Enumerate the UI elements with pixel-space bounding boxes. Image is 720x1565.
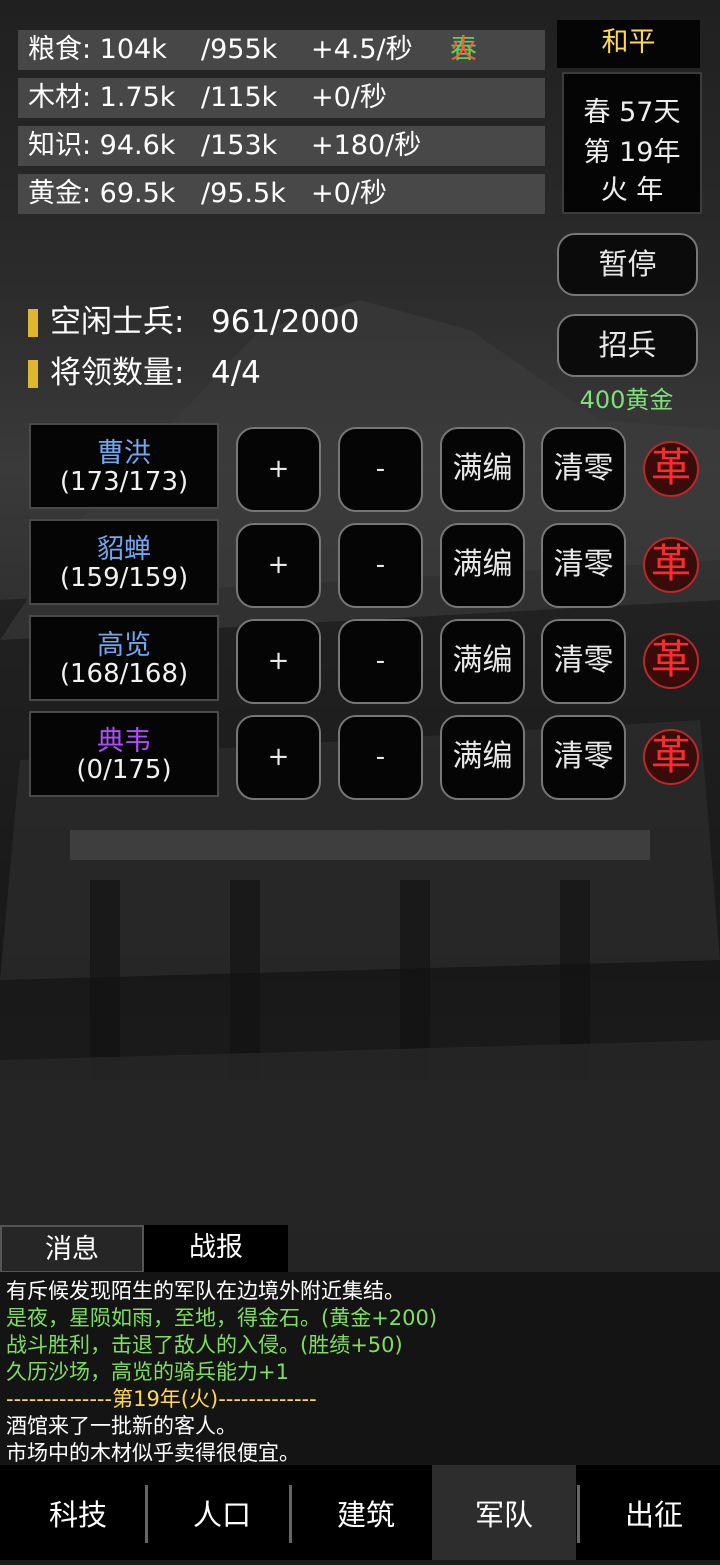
recruit-cost: 400黄金 <box>579 386 674 414</box>
dismiss-general-button[interactable]: 革 <box>643 441 699 497</box>
general-troops: (168/168) <box>59 659 189 689</box>
remove-troops-button[interactable]: - <box>338 715 423 800</box>
peace-status-badge: 和平 <box>557 20 700 68</box>
resource-rate: +0/秒 <box>311 82 387 113</box>
resource-rate: +0/秒 <box>311 178 387 209</box>
fill-troops-button[interactable]: 满编 <box>440 427 525 512</box>
nav-divider <box>577 1485 580 1543</box>
log-line: 战斗胜利，击退了敌人的入侵。(胜绩+50) <box>6 1333 403 1357</box>
message-log[interactable]: 有斥候发现陌生的军队在边境外附近集结。 是夜，星陨如雨，至地，得金石。(黄金+2… <box>0 1272 720 1465</box>
nav-tech[interactable]: 科技 <box>6 1465 150 1560</box>
nav-buildings[interactable]: 建筑 <box>294 1465 438 1560</box>
nav-army[interactable]: 军队 <box>432 1465 576 1560</box>
fill-troops-button[interactable]: 满编 <box>440 715 525 800</box>
resource-row-gold: 黄金: 69.5k /95.5k +0/秒 <box>18 174 545 214</box>
log-line: 酒馆来了一批新的客人。 <box>6 1414 237 1438</box>
nav-expedition[interactable]: 出征 <box>582 1465 720 1560</box>
resource-name: 知识: 94.6k <box>28 130 176 161</box>
log-line: --------------第19年(火)------------- <box>6 1387 317 1411</box>
log-line: 是夜，星陨如雨，至地，得金石。(黄金+200) <box>6 1306 438 1330</box>
add-troops-button[interactable]: + <box>236 715 321 800</box>
dismiss-general-button[interactable]: 革 <box>643 729 699 785</box>
resource-max: /115k <box>201 82 278 113</box>
fill-troops-button[interactable]: 满编 <box>440 619 525 704</box>
generals-count-label: 将领数量: <box>50 355 185 391</box>
resource-rate: +180/秒 <box>311 130 422 161</box>
clear-troops-button[interactable]: 清零 <box>541 523 626 608</box>
resource-name: 木材: 1.75k <box>28 82 176 113</box>
log-line: 市场中的木材似乎卖得很便宜。 <box>6 1441 300 1465</box>
idle-soldiers-label: 空闲士兵: <box>50 304 185 340</box>
resource-max: /153k <box>201 130 278 161</box>
general-info[interactable]: 貂蝉 (159/159) <box>29 519 219 605</box>
resource-row-knowledge: 知识: 94.6k /153k +180/秒 <box>18 126 545 166</box>
date-element-year: 火 年 <box>600 175 664 206</box>
clear-troops-button[interactable]: 清零 <box>541 619 626 704</box>
remove-troops-button[interactable]: - <box>338 619 423 704</box>
general-name: 曹洪 <box>97 438 151 469</box>
add-troops-button[interactable]: + <box>236 619 321 704</box>
remove-troops-button[interactable]: - <box>338 523 423 608</box>
generals-count-value: 4/4 <box>211 355 261 391</box>
stat-marker <box>28 360 38 388</box>
bottom-nav: 科技 人口 建筑 军队 出征 <box>0 1465 720 1560</box>
general-info[interactable]: 典韦 (0/175) <box>29 711 219 797</box>
nav-divider <box>145 1485 148 1543</box>
general-name: 高览 <box>97 630 151 661</box>
general-troops: (159/159) <box>59 563 189 593</box>
dismiss-general-button[interactable]: 革 <box>643 537 699 593</box>
resource-row-food: 粮食: 104k /955k +4.5/秒 春火 <box>18 30 545 70</box>
log-line: 久历沙场，高览的骑兵能力+1 <box>6 1360 289 1384</box>
date-display: 春 57天 第 19年 火 年 <box>562 72 702 214</box>
season-fire: 火 <box>450 34 477 65</box>
pause-button[interactable]: 暂停 <box>557 233 698 296</box>
nav-population[interactable]: 人口 <box>150 1465 294 1560</box>
recruit-button[interactable]: 招兵 <box>557 314 698 377</box>
general-troops: (173/173) <box>59 467 189 497</box>
clear-troops-button[interactable]: 清零 <box>541 427 626 512</box>
date-year: 第 19年 <box>583 137 681 168</box>
dismiss-general-button[interactable]: 革 <box>643 633 699 689</box>
general-name: 典韦 <box>97 726 151 757</box>
resource-max: /955k <box>201 34 278 65</box>
general-info[interactable]: 曹洪 (173/173) <box>29 423 219 509</box>
clear-troops-button[interactable]: 清零 <box>541 715 626 800</box>
add-troops-button[interactable]: + <box>236 523 321 608</box>
tab-battle-report[interactable]: 战报 <box>144 1225 288 1273</box>
date-day: 春 57天 <box>583 97 681 128</box>
tab-messages[interactable]: 消息 <box>0 1225 144 1273</box>
resource-max: /95.5k <box>201 178 286 209</box>
general-troops: (0/175) <box>76 755 172 785</box>
stat-marker <box>28 309 38 337</box>
log-line: 有斥候发现陌生的军队在边境外附近集结。 <box>6 1279 405 1303</box>
nav-divider <box>289 1485 292 1543</box>
general-name: 貂蝉 <box>97 534 151 565</box>
resource-rate: +4.5/秒 <box>311 34 413 65</box>
general-info[interactable]: 高览 (168/168) <box>29 615 219 701</box>
fill-troops-button[interactable]: 满编 <box>440 523 525 608</box>
resource-name: 粮食: 104k <box>28 34 167 65</box>
resource-row-wood: 木材: 1.75k /115k +0/秒 <box>18 78 545 118</box>
remove-troops-button[interactable]: - <box>338 427 423 512</box>
resource-name: 黄金: 69.5k <box>28 178 176 209</box>
idle-soldiers-value: 961/2000 <box>211 304 360 340</box>
add-troops-button[interactable]: + <box>236 427 321 512</box>
